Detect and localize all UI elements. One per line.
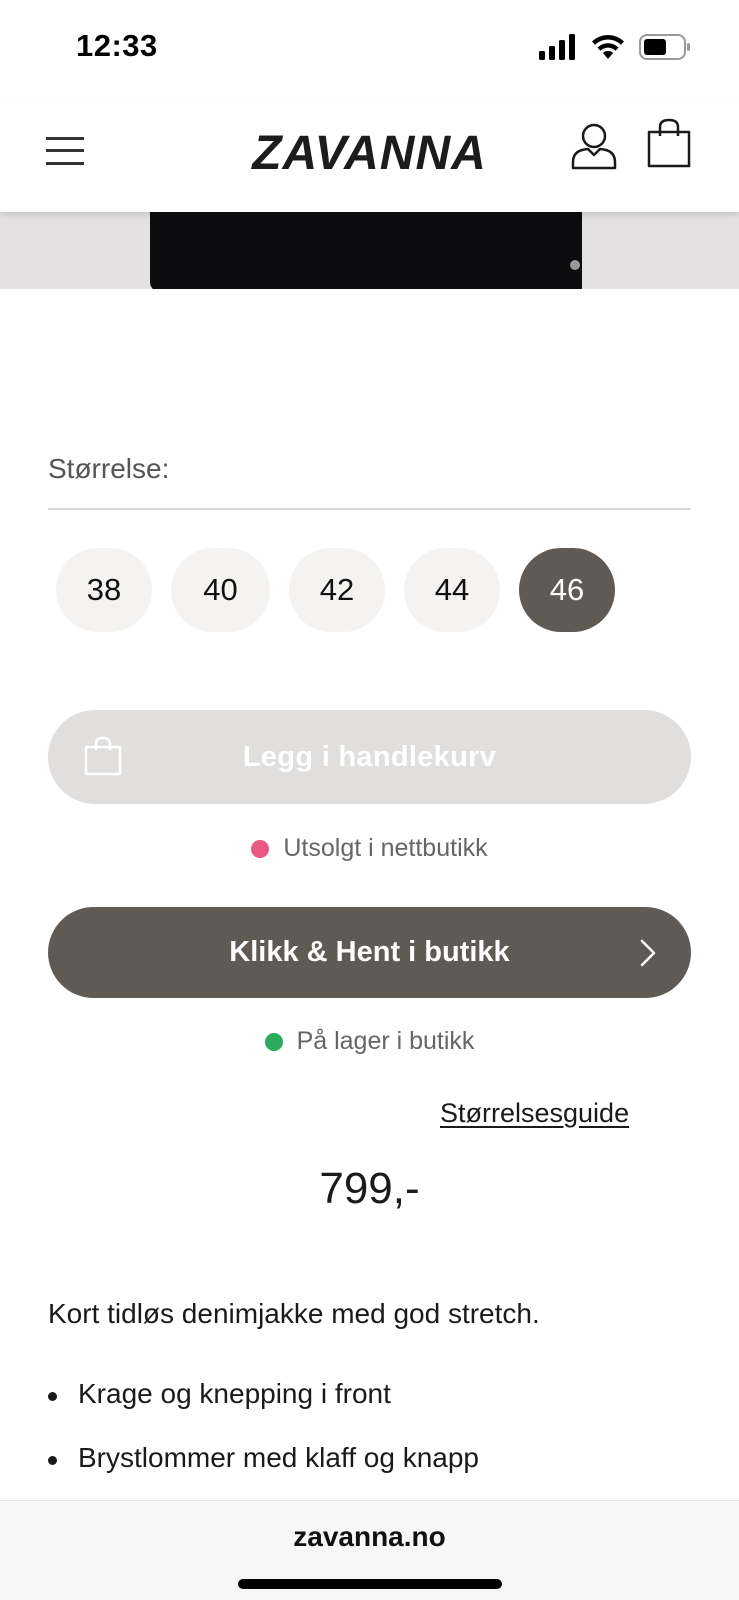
status-dot-green-icon: [264, 1032, 283, 1051]
size-options: 38 40 42 44 46: [56, 548, 615, 632]
status-icons: [539, 34, 691, 60]
status-dot-red-icon: [251, 839, 270, 858]
size-divider: [48, 508, 691, 510]
cellular-signal-icon: [539, 34, 575, 60]
size-option-38[interactable]: 38: [56, 548, 152, 632]
shopping-bag-icon: [84, 736, 122, 776]
site-header: ZAVANNA: [0, 100, 739, 212]
product-photo-button: [570, 260, 580, 270]
online-stock-text: Utsolgt i nettbutikk: [283, 834, 488, 862]
add-to-cart-button[interactable]: Legg i handlekurv: [48, 710, 691, 804]
shopping-bag-icon[interactable]: [646, 118, 692, 168]
product-photo-jacket: [150, 212, 582, 289]
size-guide-link[interactable]: Størrelsesguide: [440, 1098, 629, 1129]
size-option-44[interactable]: 44: [404, 548, 500, 632]
product-description: Kort tidløs denimjakke med god stretch.: [48, 1298, 540, 1329]
account-icon[interactable]: [570, 122, 618, 170]
url-text[interactable]: zavanna.no: [0, 1521, 739, 1553]
product-image[interactable]: [0, 212, 739, 289]
brand-logo[interactable]: ZAVANNA: [0, 126, 739, 181]
home-indicator[interactable]: [238, 1579, 502, 1589]
wifi-icon: [592, 35, 624, 59]
store-stock-status: På lager i butikk: [0, 1027, 739, 1056]
add-to-cart-label: Legg i handlekurv: [242, 740, 497, 773]
size-option-42[interactable]: 42: [289, 548, 385, 632]
click-collect-button[interactable]: Klikk & Hent i butikk: [48, 907, 691, 998]
status-time: 12:33: [76, 28, 158, 63]
browser-address-bar[interactable]: zavanna.no: [0, 1500, 739, 1600]
online-stock-status: Utsolgt i nettbutikk: [0, 834, 739, 863]
chevron-right-icon: [640, 939, 656, 967]
size-label: Størrelse:: [48, 453, 170, 484]
size-option-40[interactable]: 40: [171, 548, 270, 632]
status-bar: 12:33: [0, 0, 739, 100]
store-stock-text: På lager i butikk: [296, 1027, 475, 1055]
battery-icon: [639, 34, 690, 60]
product-features: Krage og knepping i front Brystlommer me…: [48, 1378, 479, 1506]
size-option-46[interactable]: 46: [519, 548, 615, 632]
feature-item: Brystlommer med klaff og knapp: [48, 1442, 479, 1506]
click-collect-label: Klikk & Hent i butikk: [229, 936, 510, 968]
feature-item: Krage og knepping i front: [48, 1378, 479, 1442]
product-price: 799,-: [319, 1164, 420, 1213]
